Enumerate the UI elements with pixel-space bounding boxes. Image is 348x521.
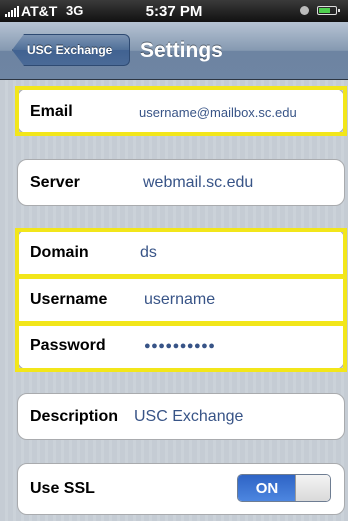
server-group: Server webmail.sc.edu	[17, 159, 345, 206]
password-row[interactable]: Password ●●●●●●●●●●	[18, 322, 344, 368]
email-field[interactable]: username@mailbox.sc.edu	[139, 89, 297, 133]
status-time: 5:37 PM	[145, 3, 203, 20]
navigation-bar: USC Exchange Settings	[0, 22, 348, 80]
ssl-label: Use SSL	[30, 480, 95, 497]
username-label: Username	[30, 290, 108, 308]
back-button[interactable]: USC Exchange	[12, 34, 130, 66]
domain-label: Domain	[30, 244, 89, 261]
toggle-knob[interactable]	[295, 475, 330, 501]
domain-row[interactable]: Domain ds	[18, 230, 344, 276]
server-field[interactable]: webmail.sc.edu	[143, 160, 253, 205]
description-group: Description USC Exchange	[17, 393, 345, 440]
server-label: Server	[30, 174, 80, 191]
credentials-group: Domain ds Username username Password ●●●…	[17, 229, 345, 370]
domain-field[interactable]: ds	[140, 230, 157, 276]
password-field[interactable]: ●●●●●●●●●●	[144, 323, 215, 368]
ssl-group: Use SSL ON	[17, 463, 345, 515]
ssl-toggle[interactable]: ON	[237, 474, 331, 502]
server-row[interactable]: Server webmail.sc.edu	[18, 160, 344, 205]
email-group: Email username@mailbox.sc.edu	[17, 88, 345, 134]
email-label: Email	[30, 103, 73, 120]
email-row[interactable]: Email username@mailbox.sc.edu	[18, 89, 344, 133]
ssl-row: Use SSL ON	[18, 464, 344, 514]
status-bar: AT&T 3G 5:37 PM	[0, 0, 348, 22]
toggle-on-label: ON	[238, 475, 296, 501]
description-row[interactable]: Description USC Exchange	[18, 394, 344, 439]
description-field[interactable]: USC Exchange	[134, 394, 243, 439]
battery-icon	[317, 6, 340, 15]
password-label: Password	[30, 336, 106, 354]
rotation-lock-icon	[300, 6, 309, 15]
username-row[interactable]: Username username	[18, 276, 344, 322]
username-field[interactable]: username	[144, 277, 215, 322]
page-title: Settings	[140, 39, 223, 62]
description-label: Description	[30, 408, 119, 425]
